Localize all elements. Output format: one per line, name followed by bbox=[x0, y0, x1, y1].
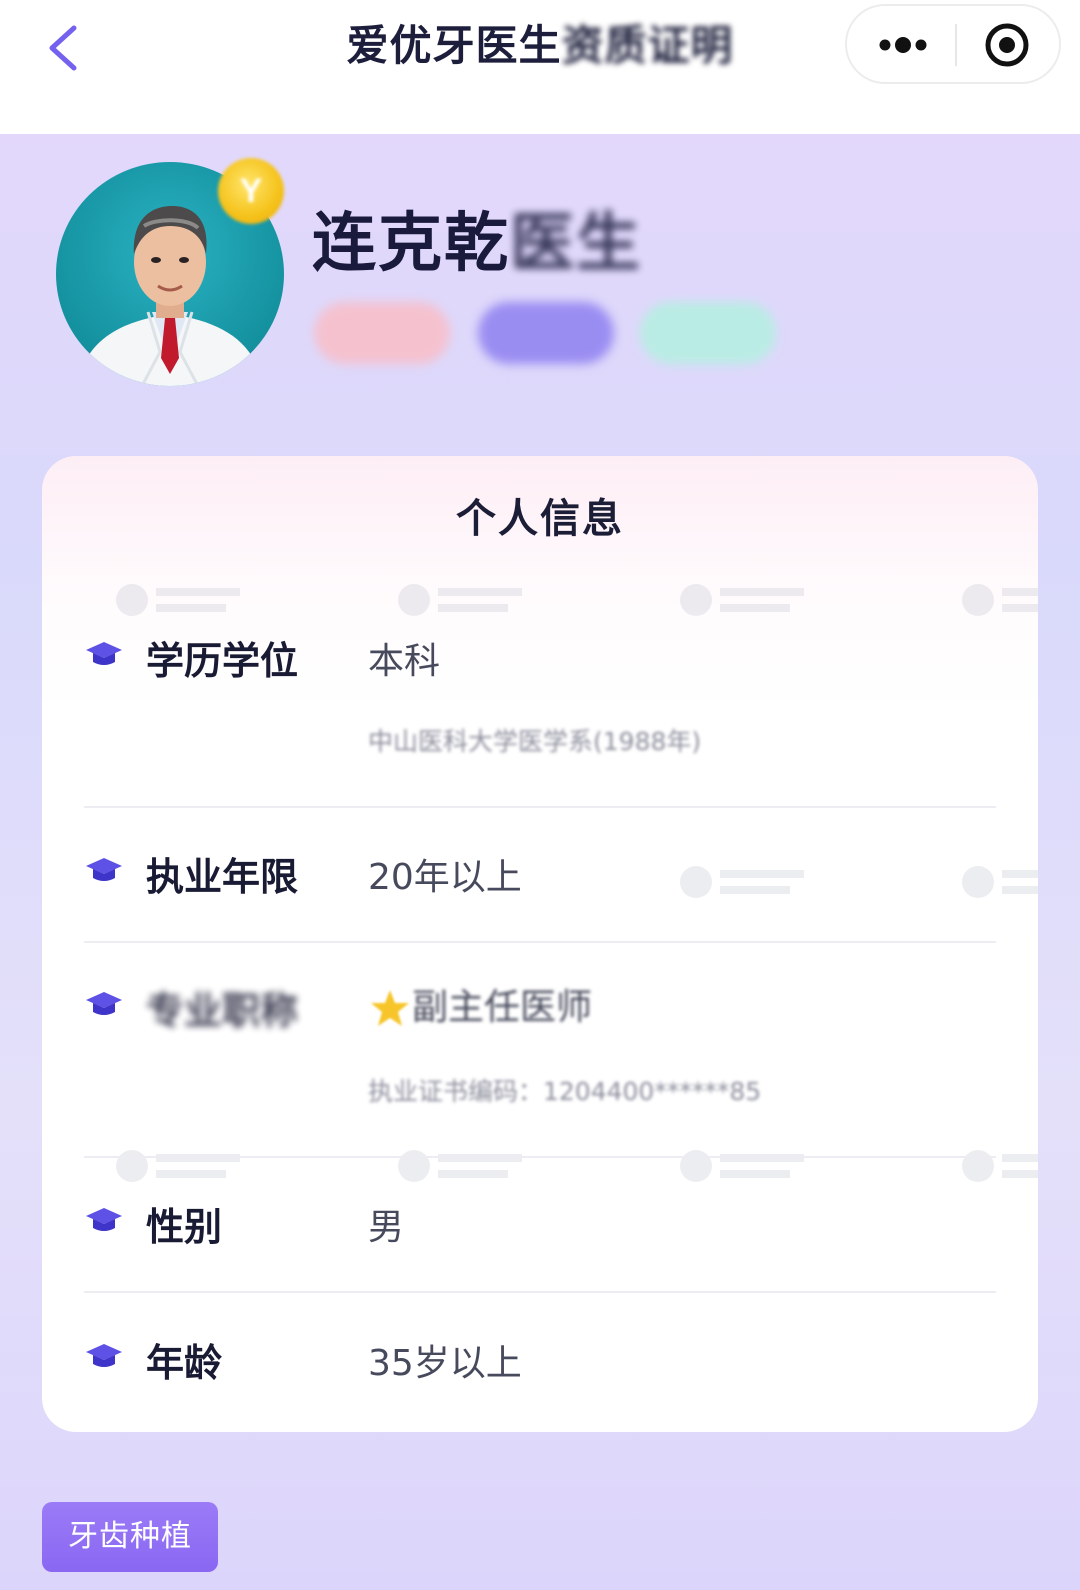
doctor-tag-3 bbox=[640, 302, 776, 364]
doctor-tag-1 bbox=[314, 302, 450, 364]
back-button[interactable] bbox=[38, 18, 98, 78]
more-button[interactable] bbox=[865, 16, 941, 74]
row-divider bbox=[84, 806, 996, 808]
row-value: 20年以上 bbox=[368, 857, 522, 898]
info-row-gender: 性别 男 bbox=[84, 1202, 996, 1292]
nav-bar: 爱优牙医生资质证明 bbox=[0, 0, 1080, 134]
page-title: 爱优牙医生资质证明 bbox=[240, 14, 840, 78]
page-title-text: 爱优牙医生 bbox=[346, 21, 562, 70]
doctor-name-text: 连克乾 bbox=[312, 207, 510, 281]
watermark-logo-icon bbox=[112, 580, 262, 620]
capsule-divider bbox=[955, 24, 957, 66]
watermark-logo-icon bbox=[958, 580, 1038, 620]
graduation-cap-icon bbox=[86, 1344, 122, 1367]
row-value: 副主任医师 bbox=[412, 987, 593, 1028]
row-subtext: 执业证书编码：1204400******85 bbox=[368, 1077, 762, 1106]
watermark-logo-icon bbox=[676, 580, 826, 620]
dental-implant-tag[interactable]: 牙齿种植 bbox=[42, 1502, 218, 1572]
graduation-cap-icon bbox=[86, 992, 122, 1015]
personal-info-card: 个人信息 学历学位 本科 中山医科大学医学系(1988年) 执业年限 20年以上… bbox=[42, 456, 1038, 1432]
doctor-name: 连克乾医生 bbox=[312, 192, 642, 284]
close-button[interactable] bbox=[977, 16, 1037, 74]
row-label: 专业职称 bbox=[146, 989, 299, 1033]
vip-badge-text: Y bbox=[239, 172, 263, 210]
mini-program-capsule bbox=[845, 4, 1061, 84]
row-value: 本科 bbox=[368, 641, 441, 682]
doctor-name-blurred-text: 医生 bbox=[510, 207, 642, 281]
row-label: 性别 bbox=[146, 1205, 223, 1249]
star-icon bbox=[371, 990, 409, 1026]
page-title-blurred-text: 资质证明 bbox=[561, 21, 734, 70]
info-row-education: 学历学位 本科 中山医科大学医学系(1988年) bbox=[84, 636, 996, 806]
card-title: 个人信息 bbox=[456, 496, 624, 542]
more-dots-icon bbox=[879, 37, 927, 53]
row-value: 35岁以上 bbox=[368, 1343, 522, 1384]
doctor-profile-header: Y 连克乾医生 bbox=[0, 134, 1080, 454]
row-divider bbox=[84, 1291, 996, 1293]
row-label: 学历学位 bbox=[146, 639, 299, 683]
info-row-age: 年龄 35岁以上 bbox=[84, 1338, 996, 1428]
vip-badge-icon: Y bbox=[218, 158, 284, 224]
doctor-tag-2 bbox=[478, 302, 614, 364]
row-subtext: 中山医科大学医学系(1988年) bbox=[368, 727, 702, 756]
target-circle-icon bbox=[985, 23, 1029, 67]
row-label: 执业年限 bbox=[146, 855, 299, 899]
watermark-logo-icon bbox=[394, 580, 544, 620]
row-label: 年龄 bbox=[146, 1341, 223, 1385]
row-value: 男 bbox=[368, 1207, 405, 1248]
info-row-practice-years: 执业年限 20年以上 bbox=[84, 852, 996, 942]
info-row-professional-title: 专业职称 副主任医师 执业证书编码：1204400******85 bbox=[84, 986, 996, 1156]
graduation-cap-icon bbox=[86, 858, 122, 881]
row-divider bbox=[84, 941, 996, 943]
row-value-wrap: 副主任医师 bbox=[368, 978, 592, 1031]
graduation-cap-icon bbox=[86, 642, 122, 665]
graduation-cap-icon bbox=[86, 1208, 122, 1231]
chevron-left-icon bbox=[49, 25, 77, 71]
row-divider bbox=[84, 1156, 996, 1158]
